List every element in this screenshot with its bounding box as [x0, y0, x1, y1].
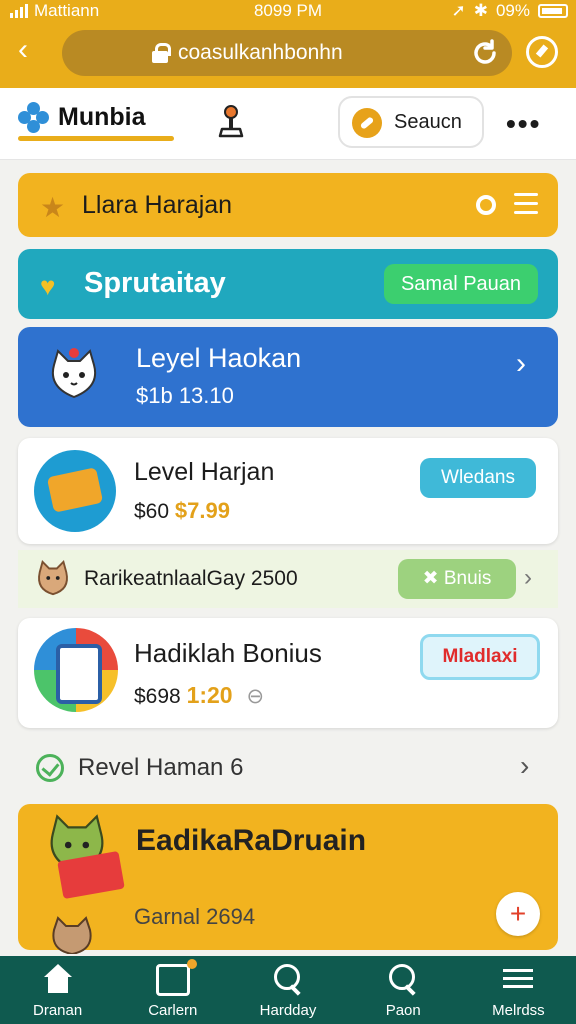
chevron-right-icon[interactable]: ›: [524, 564, 532, 592]
nav-item-cart[interactable]: Carlern: [115, 956, 230, 1024]
check-circle-icon: [36, 754, 64, 782]
app-header: Munbia: [0, 88, 576, 160]
flower-logo-icon: [18, 102, 49, 133]
card-title: Sprutaitay: [84, 267, 226, 299]
url-text: coasulkanhbonhn: [178, 41, 343, 64]
nav-label: Paon: [385, 1002, 421, 1019]
price-prefix: $60: [134, 500, 170, 523]
battery-icon: [538, 4, 568, 18]
product-card-2[interactable]: Hadiklah Bonius $698 1:20 ⊖ Mladlaxi: [18, 618, 558, 728]
status-bar: Mattiann 8099 PM ➚ ✱ 09%: [0, 0, 576, 24]
bonus-button-label: Bnuis: [443, 568, 492, 589]
bluetooth-icon: ✱: [473, 1, 488, 20]
lock-icon: [152, 43, 171, 63]
promo-button[interactable]: Samal Pauan: [384, 264, 538, 304]
wallet-illustration: [34, 450, 116, 532]
card-action-button[interactable]: Wledans: [420, 458, 536, 498]
cat-icon: [52, 916, 92, 954]
more-options-icon[interactable]: •••: [506, 108, 541, 140]
row-title: Revel Haman 6: [78, 754, 244, 781]
chevron-right-icon[interactable]: ›: [520, 750, 529, 782]
clock-icon: ⊖: [246, 685, 265, 708]
list-row[interactable]: Revel Haman 6 ›: [18, 744, 558, 790]
card-title: Hadiklah Bonius: [134, 638, 322, 668]
chevron-right-icon[interactable]: ›: [516, 347, 526, 381]
back-button[interactable]: ‹: [18, 34, 50, 66]
search-button[interactable]: Seaucn: [338, 96, 484, 148]
bottom-nav: Dranan Carlern Hardday Paon Melrdss: [0, 956, 576, 1024]
nav-label: Hardday: [259, 1002, 317, 1019]
price-line: $698 1:20 ⊖: [134, 682, 264, 709]
logo[interactable]: Munbia: [18, 102, 146, 133]
product-card-1[interactable]: Level Harjan $60 $7.99 Wledans: [18, 438, 558, 544]
home-icon: [41, 964, 75, 996]
nav-item-home[interactable]: Dranan: [0, 956, 115, 1024]
price-line: $60 $7.99: [134, 498, 230, 524]
brand-name: Munbia: [58, 102, 146, 131]
brand-underline: [18, 136, 174, 141]
url-bar[interactable]: coasulkanhbonhn: [62, 30, 512, 76]
bonus-row[interactable]: RarikeatnlaalGay 2500 ✖ Bnuis ›: [18, 550, 558, 608]
card-subtitle: Garnal 2694: [134, 904, 256, 929]
cat-icon: [38, 560, 68, 596]
reward-card[interactable]: EadikaRaDruain Garnal 2694 +: [18, 804, 558, 954]
status-right: ➚ ✱ 09%: [451, 1, 568, 21]
menu-icon: [501, 964, 535, 996]
bonus-button[interactable]: ✖ Bnuis: [398, 559, 516, 599]
nav-item-explore[interactable]: Paon: [346, 956, 461, 1024]
featured-card-1[interactable]: ★ Llara Harajan: [18, 173, 558, 237]
nav-item-menu[interactable]: Melrdss: [461, 956, 576, 1024]
browser-topbar: Mattiann 8099 PM ➚ ✱ 09% ‹ coasulkanhbon…: [0, 0, 576, 88]
cat-mascot-icon: [52, 348, 96, 399]
search-label: Seaucn: [394, 110, 462, 133]
reload-icon[interactable]: [470, 38, 500, 68]
battery-percent: 09%: [495, 1, 530, 20]
card-title: Leyel Haokan: [136, 343, 302, 373]
compass-icon[interactable]: [526, 36, 558, 68]
search-icon: [386, 964, 420, 996]
target-icon[interactable]: [476, 195, 496, 215]
card-amount: $1b 13.10: [136, 383, 234, 408]
add-button[interactable]: +: [496, 892, 540, 936]
price-prefix: $698: [134, 685, 181, 708]
location-icon: ➚: [451, 1, 466, 20]
cart-icon: [155, 959, 197, 996]
nav-label: Melrdss: [492, 1002, 545, 1019]
promo-card[interactable]: ♥ Sprutaitay Samal Pauan: [18, 249, 558, 319]
level-card[interactable]: Leyel Haokan $1b 13.10 ›: [18, 327, 558, 427]
phone-illustration: [34, 628, 118, 712]
star-icon: ★: [40, 192, 66, 223]
card-title: Level Harjan: [134, 458, 275, 486]
search-badge-icon: [352, 108, 382, 138]
nav-label: Carlern: [148, 1002, 198, 1019]
joystick-icon[interactable]: [216, 104, 246, 140]
menu-icon[interactable]: [514, 193, 538, 215]
price-value: 1:20: [186, 682, 233, 708]
nav-item-search[interactable]: Hardday: [230, 956, 345, 1024]
heart-icon: ♥: [40, 271, 56, 301]
card-action-button[interactable]: Mladlaxi: [420, 634, 540, 680]
card-title: EadikaRaDruain: [136, 824, 367, 857]
row-title: RarikeatnlaalGay 2500: [84, 567, 298, 590]
card-title: Llara Harajan: [82, 191, 233, 219]
nav-label: Dranan: [33, 1002, 83, 1019]
search-icon: [271, 964, 305, 996]
price-value: $7.99: [174, 498, 230, 523]
